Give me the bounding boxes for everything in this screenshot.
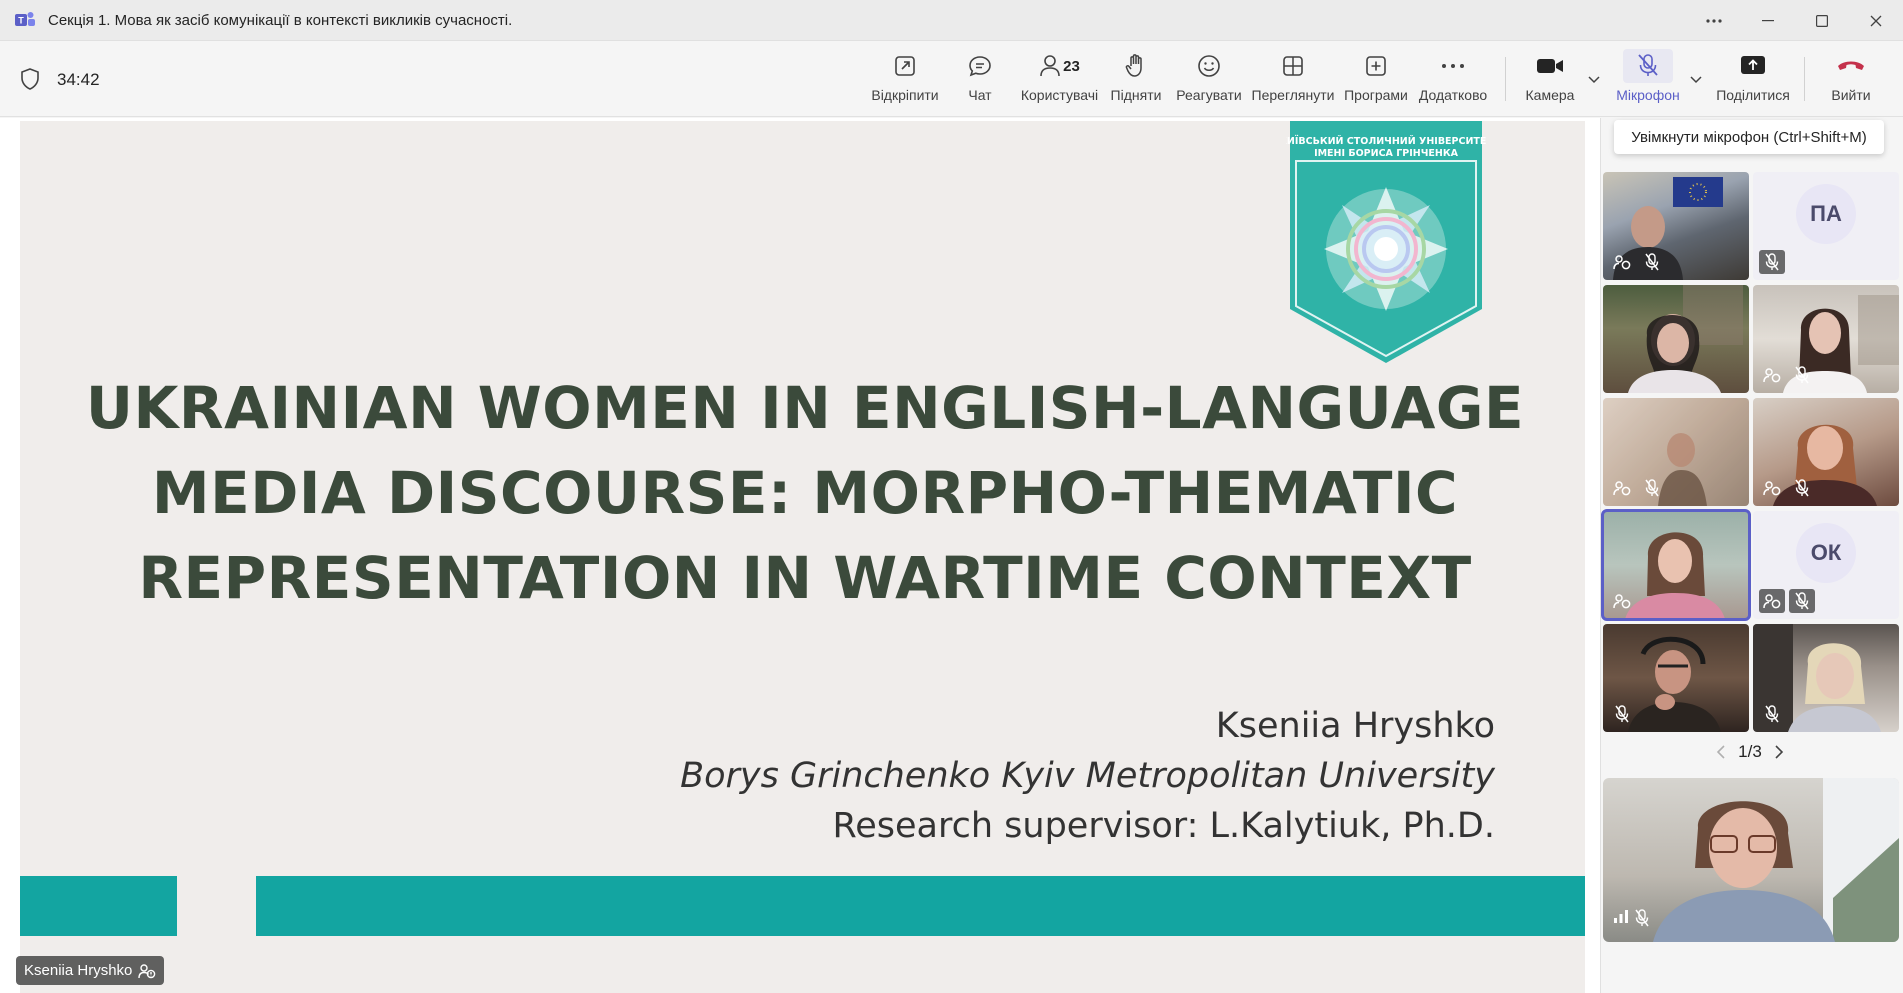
slide-title-line: REPRESENTATION IN WARTIME CONTEXT	[138, 544, 1472, 612]
meeting-toolbar: 34:42 Відкріпити Чат 23 Користувачі Підн…	[0, 41, 1903, 117]
presenter-name-tag: Kseniia Hryshko	[16, 956, 165, 985]
shared-content-stage: КИЇВСЬКИЙ СТОЛИЧНИЙ УНІВЕРСИТЕТ ІМЕНІ БО…	[0, 118, 1600, 993]
slide-title: UKRAINIAN WOMEN IN ENGLISH-LANGUAGE MEDI…	[20, 366, 1585, 621]
mic-off-icon	[1623, 49, 1673, 83]
avatar: ОК	[1796, 523, 1856, 583]
page-indicator: 1/3	[1738, 742, 1762, 761]
camera-button[interactable]: Камера	[1520, 49, 1580, 111]
mic-muted-icon	[1789, 476, 1815, 500]
gallery-pager: 1/3	[1700, 742, 1800, 762]
mic-muted-icon	[1759, 702, 1785, 726]
slide-accent-band	[20, 876, 177, 936]
emoji-icon	[1197, 49, 1221, 83]
more-button[interactable]: Додатково	[1418, 49, 1488, 111]
camera-icon	[1536, 49, 1564, 83]
participant-share-icon	[1759, 589, 1785, 613]
apps-button[interactable]: Програми	[1342, 49, 1410, 111]
title-bar: T Секція 1. Мова як засіб комунікації в …	[0, 0, 1903, 41]
participant-video-tile[interactable]	[1603, 624, 1749, 732]
sharing-icon	[138, 963, 156, 979]
view-button[interactable]: Переглянути	[1251, 49, 1335, 111]
hand-icon	[1125, 49, 1147, 83]
participant-avatar-tile[interactable]: ПА	[1753, 172, 1899, 280]
close-icon[interactable]	[1849, 0, 1903, 41]
slide-title-line: MEDIA DISCOURSE: MORPHO-THEMATIC	[151, 459, 1459, 527]
leave-button[interactable]: Вийти	[1820, 49, 1882, 111]
self-video-tile[interactable]	[1603, 778, 1899, 942]
presentation-slide: КИЇВСЬКИЙ СТОЛИЧНИЙ УНІВЕРСИТЕТ ІМЕНІ БО…	[20, 121, 1585, 993]
chat-icon	[967, 49, 993, 83]
participant-video-tile[interactable]	[1603, 172, 1749, 280]
react-button[interactable]: Реагувати	[1176, 49, 1242, 111]
avatar: ПА	[1796, 184, 1856, 244]
slide-accent-band	[256, 876, 1585, 936]
people-button[interactable]: 23 Користувачі	[1017, 49, 1102, 111]
slide-supervisor: Research supervisor: L.Kalytiuk, Ph.D.	[832, 806, 1496, 846]
maximize-icon[interactable]	[1795, 0, 1849, 41]
mic-muted-icon	[1639, 476, 1665, 500]
emblem-text-line1: КИЇВСЬКИЙ СТОЛИЧНИЙ УНІВЕРСИТЕТ	[1286, 135, 1486, 147]
participant-avatar-tile[interactable]: ОК	[1753, 511, 1899, 619]
participant-video-tile[interactable]	[1603, 285, 1749, 393]
mic-muted-icon	[1609, 702, 1635, 726]
participant-share-icon	[1609, 476, 1635, 500]
teams-icon: T	[14, 9, 36, 31]
mic-muted-icon	[1639, 250, 1665, 274]
participant-share-icon	[1609, 250, 1635, 274]
chat-button[interactable]: Чат	[955, 49, 1005, 111]
mic-muted-icon	[1789, 363, 1815, 387]
microphone-button[interactable]: Мікрофон	[1612, 49, 1684, 111]
unpin-button[interactable]: Відкріпити	[870, 49, 940, 111]
toolbar-divider	[1804, 57, 1805, 101]
participant-share-icon	[1759, 363, 1785, 387]
hang-up-icon	[1836, 49, 1866, 83]
signal-strength-icon	[1613, 909, 1629, 932]
raise-hand-button[interactable]: Підняти	[1110, 49, 1162, 111]
camera-options-chevron-icon[interactable]	[1586, 71, 1602, 87]
minimize-icon[interactable]	[1741, 0, 1795, 41]
add-apps-icon	[1364, 49, 1388, 83]
unpin-icon	[893, 49, 917, 83]
participant-count: 23	[1063, 57, 1080, 75]
more-options-icon[interactable]	[1687, 0, 1741, 41]
people-icon	[1040, 55, 1060, 77]
slide-university: Borys Grinchenko Kyiv Metropolitan Unive…	[680, 756, 1495, 796]
participant-video-tile[interactable]	[1753, 624, 1899, 732]
share-button[interactable]: Поділитися	[1715, 49, 1791, 111]
university-emblem: КИЇВСЬКИЙ СТОЛИЧНИЙ УНІВЕРСИТЕТ ІМЕНІ БО…	[1286, 121, 1486, 363]
toolbar-divider	[1505, 57, 1506, 101]
previous-page-icon[interactable]	[1716, 744, 1726, 760]
mic-options-chevron-icon[interactable]	[1688, 71, 1704, 87]
more-icon	[1441, 49, 1465, 83]
mic-muted-icon	[1759, 250, 1785, 274]
share-icon	[1740, 49, 1766, 83]
emblem-text-line2: ІМЕНІ БОРИСА ГРІНЧЕНКА	[1314, 148, 1459, 159]
participant-video-tile[interactable]	[1603, 398, 1749, 506]
shield-icon	[21, 68, 39, 90]
slide-title-line: UKRAINIAN WOMEN IN ENGLISH-LANGUAGE	[85, 374, 1525, 442]
mic-tooltip: Увімкнути мікрофон (Ctrl+Shift+M)	[1614, 120, 1884, 154]
participant-share-icon	[1759, 476, 1785, 500]
meeting-timer: 34:42	[57, 70, 100, 89]
participant-video	[1628, 285, 1743, 393]
participant-video-tile[interactable]	[1753, 398, 1899, 506]
presenter-name: Kseniia Hryshko	[24, 962, 133, 979]
next-page-icon[interactable]	[1774, 744, 1784, 760]
window-title: Секція 1. Мова як засіб комунікації в ко…	[48, 11, 513, 29]
participant-video-tile[interactable]	[1753, 285, 1899, 393]
svg-text:T: T	[18, 16, 24, 26]
participant-video-tile[interactable]	[1601, 509, 1751, 621]
slide-author-block: Kseniia Hryshko Borys Grinchenko Kyiv Me…	[680, 701, 1495, 851]
slide-author: Kseniia Hryshko	[1215, 706, 1495, 746]
mic-muted-icon	[1789, 589, 1815, 613]
grid-view-icon	[1281, 49, 1305, 83]
participant-share-icon	[1609, 589, 1635, 613]
mic-muted-icon	[1635, 909, 1649, 932]
